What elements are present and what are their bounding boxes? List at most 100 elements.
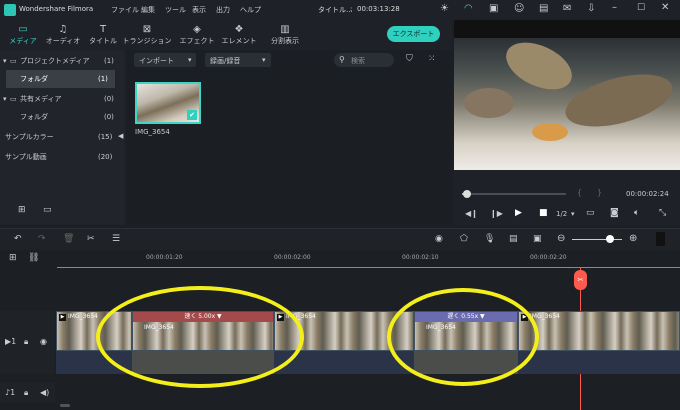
volume-icon[interactable]: 🔈︎ <box>634 208 639 218</box>
sidebar-item-sample-colors[interactable]: サンプルカラー (15) <box>0 128 125 146</box>
main-toolbar: ▭ メディア ♫ オーディオ T タイトル ⊠ トランジション ◈ エフェクト ❖ エレメン… <box>0 20 452 50</box>
redo-icon[interactable]: ↷ <box>38 234 46 244</box>
audio-track-header: ♪1 🔒︎ ◀) <box>0 383 55 403</box>
headset-icon[interactable]: ◠ <box>464 3 473 14</box>
save-icon[interactable]: ▤ <box>539 3 548 14</box>
tab-effects[interactable]: ◈ エフェクト <box>176 20 218 50</box>
preview-progress-knob[interactable] <box>463 190 472 198</box>
zoom-slider-knob[interactable] <box>606 235 614 243</box>
download-icon[interactable]: ⇩ <box>587 3 595 14</box>
elements-icon: ❖ <box>234 24 244 35</box>
gift-icon[interactable]: ▣ <box>489 3 498 14</box>
media-panel: インポート ▾ 録画/録音 ▾ ⚲ 検索 ⛉ ⁙ ✔ IMG_3654 <box>127 50 452 225</box>
minimize-icon[interactable]: – <box>612 2 617 13</box>
preview-controls: { } 00:00:02:24 ◀❙ ❙▶ ▶ ■ 1/2 ▾ ▭ ◙ 🔈︎ ⤡ <box>454 170 680 225</box>
add-track-icon[interactable]: ⊞ <box>9 253 17 263</box>
lock-icon[interactable]: 🔒︎ <box>24 388 28 398</box>
lightbulb-icon[interactable]: ☀ <box>440 3 449 14</box>
step-forward-icon[interactable]: ❙▶ <box>490 209 503 218</box>
menu-help[interactable]: ヘルプ <box>240 5 261 15</box>
clip-audio-waveform <box>518 351 680 374</box>
stop-icon[interactable]: ■ <box>539 208 548 218</box>
tab-audio[interactable]: ♫ オーディオ <box>42 20 84 50</box>
grid-view-icon[interactable]: ⁙ <box>428 54 436 64</box>
sidebar-item-shared-media[interactable]: ▾ ▭ 共有メディア (0) <box>0 90 125 108</box>
text-icon: T <box>99 24 107 35</box>
folder-outline-icon[interactable]: ▭ <box>43 205 52 215</box>
tab-title[interactable]: T タイトル <box>82 20 124 50</box>
playhead-handle[interactable]: ✂ <box>574 270 587 290</box>
sidebar-item-folder-selected[interactable]: フォルダ (1) <box>6 70 115 88</box>
user-icon[interactable]: ☺ <box>514 3 524 14</box>
delete-icon[interactable]: 🗑︎ <box>63 234 74 244</box>
panel-toggle-icon[interactable] <box>656 232 665 246</box>
menu-edit[interactable]: 編集 <box>141 5 155 15</box>
media-library-sidebar: ▾ ▭ プロジェクトメディア (1) フォルダ (1) ▾ ▭ 共有メディア (… <box>0 50 125 225</box>
play-icon[interactable]: ▶ <box>515 208 522 218</box>
tab-media[interactable]: ▭ メディア <box>2 20 44 50</box>
volume-icon[interactable]: ◀) <box>40 388 49 397</box>
microphone-icon[interactable]: 🎙︎ <box>484 234 495 244</box>
zoom-in-icon[interactable]: ⊕ <box>629 233 637 244</box>
maximize-icon[interactable]: ☐ <box>637 3 645 13</box>
chevron-down-icon[interactable]: ▾ <box>571 210 575 218</box>
step-back-icon[interactable]: ◀❙ <box>465 209 478 218</box>
search-placeholder: 検索 <box>351 57 365 65</box>
close-icon[interactable]: ✕ <box>661 2 669 13</box>
menu-view[interactable]: 表示 <box>192 5 206 15</box>
project-title: タイトル... <box>318 6 353 14</box>
zoom-out-icon[interactable]: ⊖ <box>557 233 565 244</box>
undo-icon[interactable]: ↶ <box>14 234 22 244</box>
link-icon[interactable]: ⛓︎ <box>28 253 39 263</box>
eye-icon[interactable]: ◉ <box>40 337 47 346</box>
menu-tools[interactable]: ツール <box>165 5 186 15</box>
mark-in-icon[interactable]: { <box>577 188 582 197</box>
mark-out-icon[interactable]: } <box>597 188 602 197</box>
search-input[interactable]: ⚲ 検索 <box>334 53 394 67</box>
mail-icon[interactable]: ✉ <box>563 3 571 14</box>
voiceover-icon[interactable]: ▤ <box>509 234 518 244</box>
tab-transition[interactable]: ⊠ トランジション <box>122 20 172 50</box>
collapse-panel-icon[interactable]: ◀ <box>118 132 123 140</box>
effects-icon: ◈ <box>193 24 201 35</box>
tab-split-screen[interactable]: ▥ 分割表示 <box>262 20 308 50</box>
camera-icon[interactable]: ◙ <box>610 208 619 218</box>
split-screen-icon: ▥ <box>280 24 290 35</box>
zoom-slider-track[interactable] <box>572 239 622 240</box>
ruler-tick-label: 00:00:02:20 <box>530 254 567 261</box>
lock-icon[interactable]: 🔒︎ <box>24 337 28 347</box>
timeline-clip[interactable]: ▶ IMG_3654 <box>518 311 680 351</box>
snapshot-icon[interactable]: ▣ <box>533 234 542 244</box>
ruler-tick-label: 00:00:01:20 <box>146 254 183 261</box>
fullscreen-icon[interactable]: ⤡ <box>659 208 666 218</box>
filter-icon[interactable]: ⛉ <box>406 54 413 64</box>
tab-elements[interactable]: ❖ エレメント <box>218 20 260 50</box>
transition-icon: ⊠ <box>142 24 152 35</box>
media-thumbnail[interactable]: ✔ <box>135 82 201 124</box>
adjust-icon[interactable]: ☰ <box>112 234 120 244</box>
import-dropdown[interactable]: インポート ▾ <box>134 53 196 67</box>
quality-select[interactable]: 1/2 <box>556 210 567 218</box>
project-timecode: 00:03:13:28 <box>357 5 400 13</box>
fish-shape <box>498 33 580 99</box>
clip-label: IMG_3654 <box>68 313 98 320</box>
video-track-icon: ▶1 <box>5 337 17 346</box>
record-dropdown[interactable]: 録画/録音 ▾ <box>205 53 271 67</box>
export-button[interactable]: エクスポート <box>387 26 440 42</box>
marker-icon[interactable]: ⬠ <box>460 234 468 244</box>
media-item-name: IMG_3654 <box>135 128 170 136</box>
menu-file[interactable]: ファイル <box>111 5 139 15</box>
sidebar-item-project-media[interactable]: ▾ ▭ プロジェクトメディア (1) <box>0 52 125 70</box>
sidebar-item-shared-folder[interactable]: フォルダ (0) <box>0 108 125 126</box>
folder-icon: ▭ <box>10 95 17 103</box>
render-icon[interactable]: ◉ <box>435 234 443 244</box>
preview-progress-track[interactable] <box>462 190 566 198</box>
scissors-icon[interactable]: ✂ <box>87 234 95 244</box>
preview-time: 00:00:02:24 <box>626 190 669 198</box>
highlight-ellipse <box>387 288 539 386</box>
display-icon[interactable]: ▭ <box>586 208 595 218</box>
new-folder-icon[interactable]: ⊞ <box>18 205 26 215</box>
menu-output[interactable]: 出力 <box>216 5 230 15</box>
sidebar-item-sample-videos[interactable]: サンプル動画 (20) <box>0 148 125 166</box>
horizontal-scrollbar[interactable] <box>60 404 70 407</box>
